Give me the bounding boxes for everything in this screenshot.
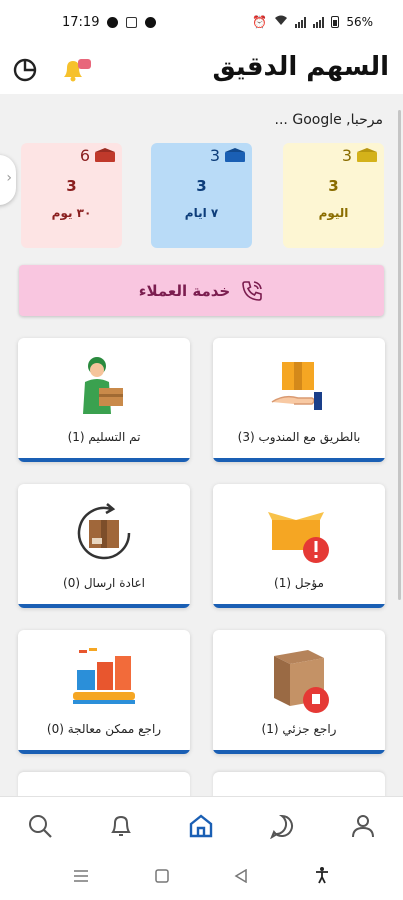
box-icon <box>357 148 377 162</box>
battery-icon <box>331 16 340 28</box>
alarm-icon: ⏰ <box>252 15 268 29</box>
nav-chat-icon[interactable] <box>262 806 302 846</box>
status-time: 17:19 <box>62 14 100 30</box>
tile-with-courier[interactable]: بالطريق مع المندوب (3) <box>213 338 385 462</box>
tile-label: راجع جزئي (1) <box>261 722 337 736</box>
partial-return-box-icon <box>213 644 385 714</box>
stat-card-month[interactable]: 6 3 ٣٠ يوم <box>21 143 122 248</box>
customer-service-label: خدمة العملاء <box>138 281 231 300</box>
welcome-text: مرحبا, Google ... <box>274 112 383 128</box>
nav-search-icon[interactable] <box>20 806 60 846</box>
box-icon <box>225 148 245 162</box>
bottom-nav <box>0 796 403 854</box>
tile-label: تم التسليم (1) <box>67 430 141 444</box>
stat-top-number: 3 <box>209 146 220 165</box>
tile-accent-bar <box>18 458 190 462</box>
battery-level: 56% <box>346 15 373 29</box>
back-icon[interactable] <box>234 868 248 887</box>
app-title: السهم الدقيق <box>212 52 389 82</box>
conveyor-boxes-icon <box>18 644 190 714</box>
stat-label: ٧ ايام <box>184 206 219 220</box>
stat-top-number: 6 <box>79 146 90 165</box>
tile-accent-bar <box>213 604 385 608</box>
chevron-right-icon: › <box>6 170 12 186</box>
tile-delivered[interactable]: تم التسليم (1) <box>18 338 190 462</box>
nav-user-icon[interactable] <box>343 806 383 846</box>
stat-count: 3 <box>196 177 207 195</box>
side-drawer-handle[interactable]: › <box>0 155 16 205</box>
scrollbar[interactable] <box>398 110 401 600</box>
tile-accent-bar <box>18 604 190 608</box>
box-icon <box>95 148 115 162</box>
stat-card-week[interactable]: 3 3 ٧ ايام <box>151 143 252 248</box>
tile-accent-bar <box>18 750 190 754</box>
signal-icon <box>295 16 307 28</box>
resend-box-icon <box>18 498 190 568</box>
system-nav-bar <box>0 854 403 900</box>
tile-accent-bar <box>213 750 385 754</box>
postponed-box-icon <box>213 498 385 568</box>
notification-bell-icon[interactable] <box>60 57 94 83</box>
tile-partial-return[interactable]: راجع جزئي (1) <box>213 630 385 754</box>
nav-home-icon[interactable] <box>181 806 221 846</box>
status-bar: 17:19 ⏰ 56% <box>0 0 403 44</box>
tile-resend[interactable]: اعادة ارسال (0) <box>18 484 190 608</box>
stat-label: ٣٠ يوم <box>51 206 92 220</box>
tile-label: مؤجل (1) <box>274 576 324 590</box>
tile-label: اعادة ارسال (0) <box>63 576 145 590</box>
tile-postponed[interactable]: مؤجل (1) <box>213 484 385 608</box>
app-notification-icon <box>126 16 138 28</box>
accessibility-icon[interactable] <box>314 866 330 888</box>
nav-bell-icon[interactable] <box>101 806 141 846</box>
tile-accent-bar <box>213 458 385 462</box>
tile-processable-return[interactable]: راجع ممكن معالجة (0) <box>18 630 190 754</box>
stat-count: 3 <box>66 177 77 195</box>
stat-label: اليوم <box>318 206 349 220</box>
home-button-icon[interactable] <box>154 868 169 887</box>
customer-service-button[interactable]: خدمة العملاء <box>19 265 384 316</box>
notification-dot-icon <box>107 16 119 28</box>
package-hand-icon <box>213 352 385 422</box>
tile-label: راجع ممكن معالجة (0) <box>46 722 162 736</box>
wifi-icon <box>274 15 288 29</box>
pie-chart-icon[interactable] <box>12 57 38 83</box>
signal-icon <box>313 16 325 28</box>
stat-card-today[interactable]: 3 3 اليوم <box>283 143 384 248</box>
stat-top-number: 3 <box>341 146 352 165</box>
tile-label: بالطريق مع المندوب (3) <box>237 430 361 444</box>
recent-apps-icon[interactable] <box>73 868 89 887</box>
phone-call-icon <box>242 280 263 301</box>
app-header: السهم الدقيق <box>0 44 403 94</box>
app-notification-icon <box>145 16 157 28</box>
delivery-man-icon <box>18 352 190 422</box>
stat-count: 3 <box>328 177 339 195</box>
